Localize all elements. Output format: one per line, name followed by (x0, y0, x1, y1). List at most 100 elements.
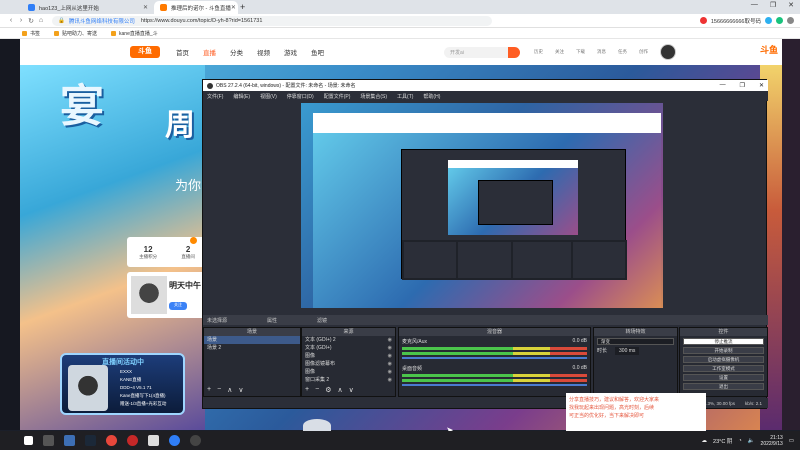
obs-preview[interactable] (301, 103, 663, 308)
duration-input[interactable]: 300 ms (615, 347, 640, 355)
source-item[interactable]: 窗口采集 2 ◉ (302, 376, 395, 384)
maximize-button[interactable]: ❐ (770, 1, 776, 9)
remove-icon[interactable]: − (315, 386, 319, 394)
follow-icon[interactable]: 关注 (555, 49, 564, 55)
home-icon[interactable]: ⌂ (36, 17, 46, 24)
source-item[interactable]: 文本 (GDI+) ◉ (302, 344, 395, 352)
eye-icon[interactable]: ◉ (388, 336, 392, 344)
source-item[interactable]: 文本 (GDI+) 2 ◉ (302, 336, 395, 344)
move-up-icon[interactable]: ∧ (227, 386, 232, 394)
extension-icon[interactable] (765, 17, 772, 24)
search-icon[interactable] (43, 435, 54, 446)
task-view-icon[interactable] (64, 435, 75, 446)
app-icon[interactable] (106, 435, 117, 446)
task-icon[interactable]: 任务 (618, 49, 627, 55)
browser-tab[interactable]: hao123_上网从这里开始 ✕ (22, 1, 154, 14)
move-down-icon[interactable]: ∨ (349, 386, 354, 394)
studio-mode-button[interactable]: 工作室模式 (683, 365, 764, 372)
steam-icon[interactable] (85, 435, 96, 446)
back-icon[interactable]: ‹ (6, 17, 16, 24)
eye-icon[interactable]: ◉ (388, 368, 392, 376)
nav-games[interactable]: 游戏 (284, 47, 297, 57)
follow-button[interactable]: 关注 (169, 302, 187, 310)
app-icon[interactable] (127, 435, 138, 446)
stop-streaming-button[interactable]: 停止推流 (683, 338, 764, 345)
remove-icon[interactable]: − (217, 386, 221, 394)
windows-start-icon[interactable] (24, 436, 33, 445)
bookmark-item[interactable]: kane直播直播_斗 (111, 30, 158, 37)
maximize-button[interactable]: ❐ (740, 82, 745, 89)
download-icon[interactable]: 下载 (576, 49, 585, 55)
new-tab-button[interactable]: + (240, 2, 245, 12)
settings-button[interactable]: 设置 (683, 374, 764, 381)
source-item[interactable]: 图像滤镜幕布 ◉ (302, 360, 395, 368)
filters-button[interactable]: 滤镜 (317, 317, 327, 324)
menu-tools[interactable]: 工具(T) (397, 93, 413, 100)
forward-icon[interactable]: › (16, 17, 26, 24)
move-down-icon[interactable]: ∨ (238, 386, 243, 394)
source-item[interactable]: 图像 ◉ (302, 368, 395, 376)
menu-scene-collection[interactable]: 场景集合(S) (360, 93, 387, 100)
notification-icon[interactable]: ▭ (789, 438, 794, 444)
menu-help[interactable]: 帮助(H) (423, 93, 440, 100)
scene-item[interactable]: 场景 (204, 336, 300, 344)
nav-home[interactable]: 首页 (176, 47, 189, 57)
nav-category[interactable]: 分类 (230, 47, 243, 57)
browser-icon[interactable] (169, 435, 180, 446)
close-window-button[interactable]: ✕ (788, 1, 794, 9)
menu-profile[interactable]: 配置文件(P) (324, 93, 351, 100)
volume-slider[interactable] (402, 357, 587, 359)
eye-icon[interactable]: ◉ (388, 376, 392, 384)
volume-icon[interactable]: 🔈 (748, 438, 755, 444)
eye-icon[interactable]: ◉ (388, 360, 392, 368)
properties-button[interactable]: 属性 (267, 317, 277, 324)
exit-button[interactable]: 退出 (683, 383, 764, 390)
menu-docks[interactable]: 停靠窗口(D) (287, 93, 314, 100)
volume-slider[interactable] (402, 384, 587, 386)
extension-icon[interactable] (776, 17, 783, 24)
minimize-button[interactable]: — (751, 1, 758, 9)
nav-video[interactable]: 视频 (257, 47, 270, 57)
eye-icon[interactable]: ◉ (388, 344, 392, 352)
weather-text[interactable]: 23°C 阴 (713, 437, 732, 445)
history-icon[interactable]: 历史 (534, 49, 543, 55)
search-input[interactable]: 开发ai (444, 46, 514, 58)
create-icon[interactable]: 创作 (639, 49, 648, 55)
bookmark-item[interactable]: 贴吧助力、寄送 (54, 30, 97, 37)
extension-icon[interactable] (699, 17, 707, 24)
virtual-camera-button[interactable]: 启动虚拟摄像机 (683, 356, 764, 363)
clock[interactable]: 21:13 2022/9/13 (761, 435, 783, 447)
gear-icon[interactable]: ⚙ (325, 386, 331, 394)
search-icon[interactable] (508, 46, 520, 58)
bookmark-item[interactable]: 书签 (22, 30, 40, 37)
reload-icon[interactable]: ↻ (26, 17, 36, 25)
minimize-button[interactable]: — (720, 82, 726, 89)
douyu-logo[interactable]: 斗鱼 (130, 46, 160, 58)
message-icon[interactable]: 消息 (597, 49, 606, 55)
streamer-avatar[interactable] (131, 276, 167, 314)
menu-icon[interactable] (787, 17, 794, 24)
close-tab-icon[interactable]: ✕ (143, 4, 148, 11)
menu-edit[interactable]: 编辑(E) (233, 93, 250, 100)
weather-icon[interactable]: ☁ (702, 438, 708, 444)
network-icon[interactable]: ◔ (738, 438, 741, 444)
nav-fishbar[interactable]: 鱼吧 (311, 47, 324, 57)
transition-select[interactable]: 渐变 (597, 338, 674, 345)
menu-file[interactable]: 文件(F) (207, 93, 223, 100)
nav-live[interactable]: 直播 (203, 47, 216, 57)
eye-icon[interactable]: ◉ (388, 352, 392, 360)
start-recording-button[interactable]: 开始录制 (683, 347, 764, 354)
avatar[interactable] (660, 44, 676, 60)
obs-icon[interactable] (190, 435, 201, 446)
browser-tab-active[interactable]: 推理后的诺尔 - 斗鱼直播 ✕ (154, 1, 238, 14)
scene-item[interactable]: 场景 2 (204, 344, 300, 352)
move-up-icon[interactable]: ∧ (337, 386, 342, 394)
url-field[interactable]: 🔒 腾讯斗鱼网络科技有限公司 https://www.douyu.com/top… (52, 15, 492, 26)
close-tab-icon[interactable]: ✕ (231, 4, 236, 11)
add-icon[interactable]: + (207, 386, 211, 394)
app-icon[interactable] (148, 435, 159, 446)
source-item[interactable]: 图像 ◉ (302, 352, 395, 360)
add-icon[interactable]: + (305, 386, 309, 394)
menu-view[interactable]: 视图(V) (260, 93, 277, 100)
close-window-button[interactable]: ✕ (759, 82, 764, 89)
